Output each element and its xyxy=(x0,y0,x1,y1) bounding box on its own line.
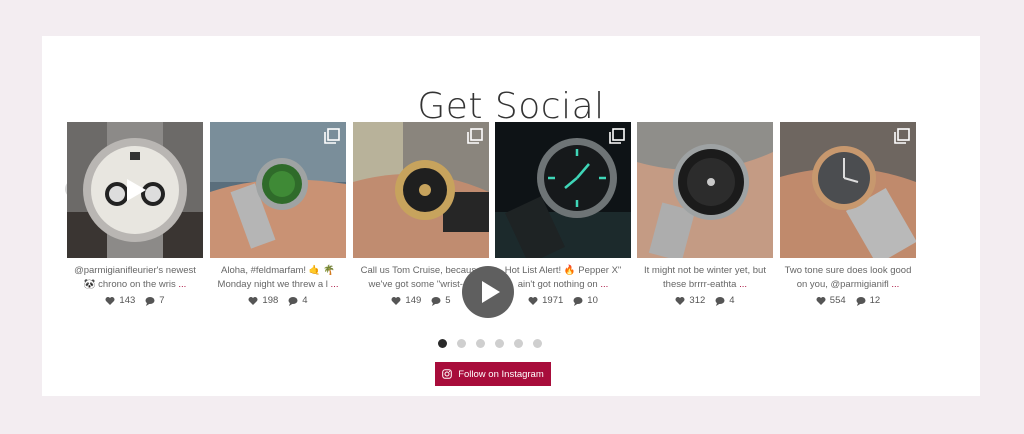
heart-icon xyxy=(816,296,826,305)
heart-icon xyxy=(528,296,538,305)
comment-icon xyxy=(856,296,866,306)
post-caption: Aloha, #feldmarfam! 🤙 🌴 Monday night we … xyxy=(217,265,339,290)
post-image-two-tone-watch[interactable] xyxy=(780,122,916,258)
like-count: 312 xyxy=(689,295,706,306)
instagram-icon xyxy=(442,369,453,379)
post-image-chrono-watch[interactable] xyxy=(67,122,203,258)
follow-button-label: Follow on Instagram xyxy=(458,368,544,380)
comment-icon xyxy=(715,296,725,306)
like-count: 554 xyxy=(829,295,846,306)
multiple-images-icon xyxy=(894,128,910,144)
post-stats: 143 7 xyxy=(67,295,203,306)
instagram-post[interactable]: Aloha, #feldmarfam! 🤙 🌴 Monday night we … xyxy=(210,122,346,306)
carousel-pagination xyxy=(438,339,542,348)
post-image-green-watch[interactable] xyxy=(210,122,346,258)
video-play-button[interactable] xyxy=(462,266,514,318)
post-image-pilot-watch[interactable] xyxy=(495,122,631,258)
like-count: 149 xyxy=(405,295,422,306)
heart-icon xyxy=(248,296,258,305)
pagination-dot[interactable] xyxy=(476,339,485,348)
pagination-dot[interactable] xyxy=(438,339,447,348)
pagination-dot[interactable] xyxy=(514,339,523,348)
comment-icon xyxy=(288,296,298,306)
comment-count: 4 xyxy=(729,295,735,306)
instagram-post[interactable]: @parmigianifleurier's newest 🐼 chrono on… xyxy=(67,122,203,306)
post-caption: @parmigianifleurier's newest 🐼 chrono on… xyxy=(74,265,196,290)
comment-count: 4 xyxy=(302,295,308,306)
like-count: 143 xyxy=(119,295,136,306)
instagram-post[interactable]: It might not be winter yet, but these br… xyxy=(637,122,773,306)
video-play-icon xyxy=(127,179,146,201)
comment-count: 5 xyxy=(445,295,451,306)
post-caption: It might not be winter yet, but these br… xyxy=(644,265,766,290)
pagination-dot[interactable] xyxy=(457,339,466,348)
post-stats: 312 4 xyxy=(637,295,773,306)
follow-on-instagram-button[interactable]: Follow on Instagram xyxy=(435,362,551,386)
pagination-dot[interactable] xyxy=(495,339,504,348)
post-stats: 198 4 xyxy=(210,295,346,306)
comment-icon xyxy=(145,296,155,306)
multiple-images-icon xyxy=(609,128,625,144)
heart-icon xyxy=(105,296,115,305)
post-stats: 554 12 xyxy=(780,295,916,306)
multiple-images-icon xyxy=(467,128,483,144)
like-count: 1971 xyxy=(542,295,564,306)
comment-count: 10 xyxy=(587,295,598,306)
heart-icon xyxy=(391,296,401,305)
post-stats: 1971 10 xyxy=(495,295,631,306)
heart-icon xyxy=(675,296,685,305)
comment-count: 12 xyxy=(869,295,881,306)
instagram-post[interactable]: Hot List Alert! 🔥 Pepper X" ain't got no… xyxy=(495,122,631,306)
post-caption: Hot List Alert! 🔥 Pepper X" ain't got no… xyxy=(504,265,622,290)
comment-icon xyxy=(431,296,441,306)
section-title: Get Social xyxy=(417,86,605,127)
like-count: 198 xyxy=(262,295,279,306)
post-image-gold-diver-watch[interactable] xyxy=(353,122,489,258)
comment-icon xyxy=(573,296,583,306)
multiple-images-icon xyxy=(324,128,340,144)
play-icon xyxy=(482,281,500,303)
post-caption: Two tone sure does look good on you, @pa… xyxy=(784,265,912,290)
post-image-black-bezel-watch[interactable] xyxy=(637,122,773,258)
comment-count: 7 xyxy=(159,295,165,306)
pagination-dot[interactable] xyxy=(533,339,542,348)
instagram-post[interactable]: Two tone sure does look good on you, @pa… xyxy=(780,122,916,306)
